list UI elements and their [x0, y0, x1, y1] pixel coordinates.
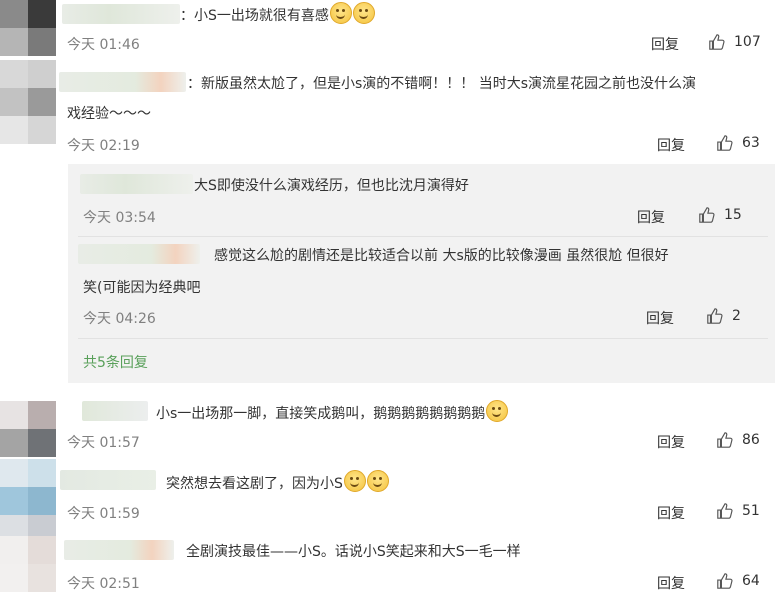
like-count: 51 [742, 503, 760, 519]
thumbs-up-icon [699, 207, 715, 223]
thumbs-up-icon [717, 573, 733, 589]
like-button[interactable]: 2 [706, 307, 741, 325]
grin-emoji-icon [343, 470, 366, 492]
avatar[interactable] [0, 459, 56, 543]
divider [78, 236, 768, 237]
like-count: 86 [742, 432, 760, 448]
grin-emoji-icon [352, 2, 375, 24]
comment-text-continued: 戏经验～～～ [67, 106, 151, 122]
comment-time: 今天 02:19 [67, 138, 140, 154]
like-button[interactable]: 63 [716, 134, 760, 152]
sub-reply-text-continued: 笑(可能因为经典吧 [83, 280, 201, 296]
reply-button[interactable]: 回复 [657, 135, 685, 155]
comment-text: 全剧演技最佳——小S。话说小S笑起来和大S一毛一样 [186, 544, 521, 560]
like-button[interactable]: 107 [708, 33, 761, 51]
avatar[interactable] [0, 0, 56, 56]
comment-time: 今天 01:46 [67, 37, 140, 53]
more-replies-link[interactable]: 共5条回复 [83, 352, 148, 372]
like-button[interactable]: 86 [716, 431, 760, 449]
reply-button[interactable]: 回复 [657, 432, 685, 452]
sub-reply-text: 大S即使没什么演戏经历，但也比沈月演得好 [194, 178, 469, 194]
sub-reply-text: 感觉这么尬的剧情还是比较适合以前 大s版的比较像漫画 虽然很尬 但很好 [214, 248, 669, 264]
grin-emoji-icon [366, 470, 389, 492]
comment-time: 今天 01:59 [67, 506, 140, 522]
sub-reply-time: 今天 03:54 [83, 210, 156, 226]
like-count: 2 [732, 308, 741, 324]
thumbs-up-icon [717, 503, 733, 519]
username[interactable] [82, 401, 148, 421]
avatar[interactable] [0, 401, 56, 457]
username[interactable] [80, 174, 193, 194]
username[interactable] [78, 244, 200, 264]
grin-emoji-icon [486, 400, 509, 422]
like-count: 64 [742, 573, 760, 589]
username[interactable] [60, 470, 156, 490]
thumbs-up-icon [717, 135, 733, 151]
like-count: 107 [734, 34, 761, 50]
comment-time: 今天 02:51 [67, 576, 140, 592]
like-count: 15 [724, 207, 742, 223]
reply-button[interactable]: 回复 [657, 503, 685, 523]
like-button[interactable]: 51 [716, 502, 760, 520]
reply-button[interactable]: 回复 [651, 34, 679, 54]
username[interactable] [62, 4, 180, 24]
thumbs-up-icon [717, 432, 733, 448]
username[interactable] [64, 540, 174, 560]
sub-reply-time: 今天 04:26 [83, 311, 156, 327]
like-count: 63 [742, 135, 760, 151]
avatar[interactable] [0, 536, 56, 592]
comment-text: 突然想去看这剧了，因为小S [166, 470, 389, 496]
username[interactable] [59, 72, 186, 92]
divider [78, 338, 768, 339]
like-button[interactable]: 15 [698, 206, 742, 224]
grin-emoji-icon [329, 2, 352, 24]
reply-button[interactable]: 回复 [657, 573, 685, 593]
comment-text: ：新版虽然太尬了，但是小s演的不错啊！！！ 当时大s演流星花园之前也没什么演 [187, 76, 697, 92]
thumbs-up-icon [709, 34, 725, 50]
reply-button[interactable]: 回复 [646, 308, 674, 328]
comment-text: ：小S一出场就很有喜感 [180, 2, 375, 28]
reply-button[interactable]: 回复 [637, 207, 665, 227]
like-button[interactable]: 64 [716, 572, 760, 590]
comment-text: 小s一出场那一脚，直接笑成鹅叫，鹅鹅鹅鹅鹅鹅鹅鹅 [156, 400, 509, 426]
comment-time: 今天 01:57 [67, 435, 140, 451]
thumbs-up-icon [707, 308, 723, 324]
avatar[interactable] [0, 60, 56, 144]
